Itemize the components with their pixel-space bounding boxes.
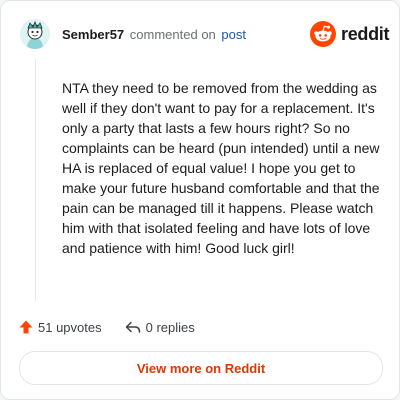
view-more-button[interactable]: View more on Reddit (19, 351, 383, 385)
commented-on-text: commented on (129, 27, 216, 42)
username-link[interactable]: Sember57 (62, 27, 124, 42)
post-link[interactable]: post (221, 27, 246, 42)
reply-arrow-icon (125, 321, 140, 333)
reddit-logo[interactable]: reddit (310, 21, 390, 47)
comment-actions: 51 upvotes 0 replies (18, 317, 195, 337)
thread-line (35, 59, 36, 301)
reply-count: 0 replies (145, 319, 195, 335)
user-avatar[interactable] (20, 19, 50, 49)
comment-body: NTA they need to be removed from the wed… (62, 80, 380, 256)
upvote-count: 51 upvotes (38, 319, 102, 335)
upvote-button[interactable]: 51 upvotes (18, 319, 102, 335)
comment-header: Sember57 commented on post (62, 27, 246, 43)
upvote-arrow-icon (19, 320, 33, 334)
avatar-icon (20, 19, 50, 49)
comment-embed-card: Sember57 commented on post reddit NTA th… (0, 0, 400, 400)
reply-button[interactable]: 0 replies (124, 319, 195, 335)
reddit-wordmark: reddit (341, 23, 390, 44)
reddit-snoo-icon (310, 21, 336, 47)
